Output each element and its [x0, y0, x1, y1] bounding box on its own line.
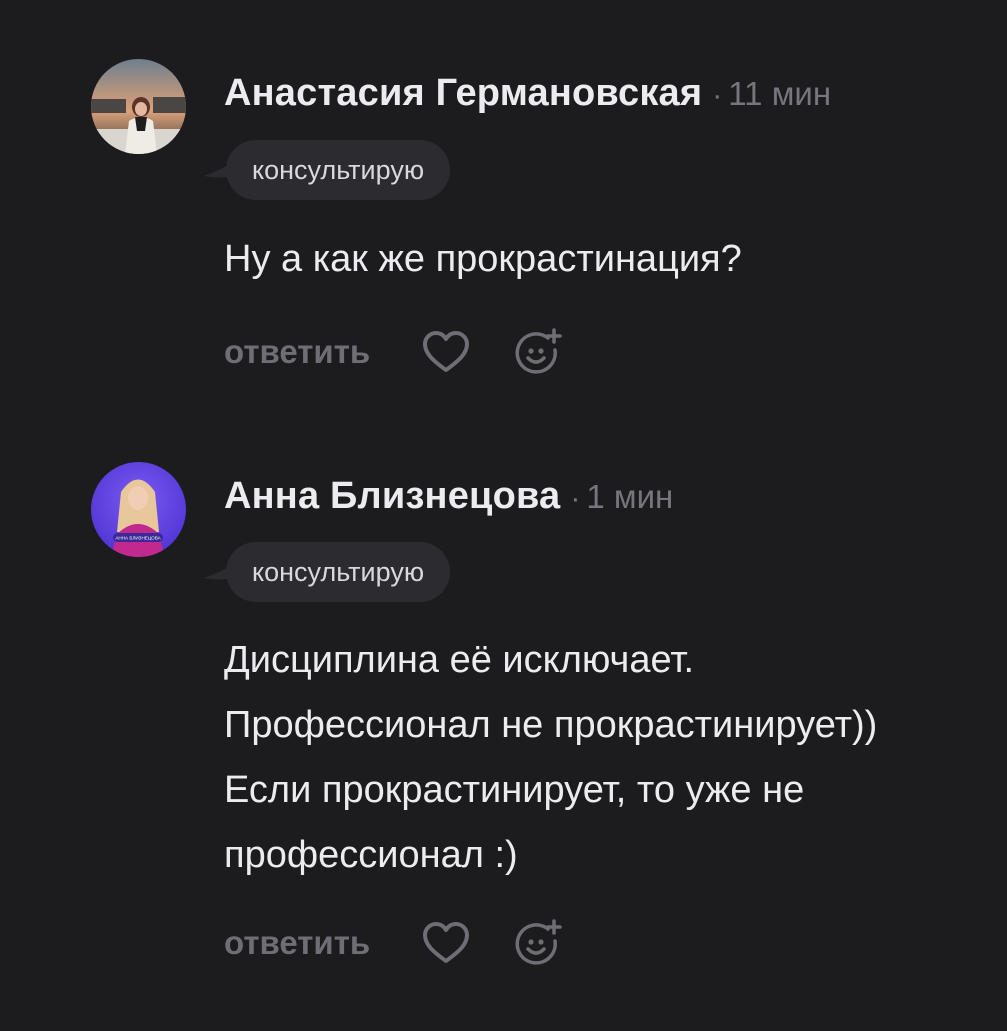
comment-text: Ну а как же прокрастинация? — [224, 227, 999, 292]
badge-label: консультирую — [252, 155, 425, 185]
comment-text-line: Если прокрастинирует, то уже не — [224, 769, 805, 811]
avatar[interactable]: АННА БЛИЗНЕЦОВА — [91, 462, 186, 557]
heart-icon[interactable] — [422, 921, 470, 965]
timestamp: 1 мин — [586, 478, 674, 515]
avatar-photo: АННА БЛИЗНЕЦОВА — [91, 462, 186, 557]
heart-icon[interactable] — [422, 330, 470, 374]
status-badge: консультирую — [204, 542, 451, 602]
comment-text-line: Ну а как же прокрастинация? — [224, 238, 742, 280]
author-name[interactable]: Анна Близнецова — [224, 475, 560, 518]
avatar[interactable] — [91, 59, 186, 154]
reply-button[interactable]: ответить — [224, 333, 370, 371]
badge-label: консультирую — [252, 557, 425, 587]
comment-text-line: Профессионал не прокрастинирует)) — [224, 704, 878, 746]
comment: АННА БЛИЗНЕЦОВА Анна Близнецова · 1 мин … — [0, 420, 1007, 1031]
comment-text-line: Дисциплина её исключает. — [224, 639, 695, 681]
separator: · — [712, 79, 723, 112]
author-name[interactable]: Анастасия Германовская — [224, 72, 702, 115]
comment-text-line: профессионал :) — [224, 834, 518, 876]
comment-header: Анна Близнецова · 1 мин — [224, 475, 673, 518]
comment-actions: ответить — [224, 328, 562, 376]
reply-button[interactable]: ответить — [224, 924, 370, 962]
separator: · — [570, 482, 581, 515]
comment-actions: ответить — [224, 919, 562, 967]
avatar-caption: АННА БЛИЗНЕЦОВА — [115, 536, 161, 541]
badge-tail-icon — [204, 564, 234, 580]
add-reaction-icon[interactable] — [514, 328, 562, 376]
timestamp: 11 мин — [728, 75, 832, 112]
comment: Анастасия Германовская · 11 мин консульт… — [0, 0, 1007, 420]
badge-tail-icon — [204, 162, 234, 178]
comment-header: Анастасия Германовская · 11 мин — [224, 72, 831, 115]
comment-text: Дисциплина её исключает. Профессионал не… — [224, 628, 999, 888]
add-reaction-icon[interactable] — [514, 919, 562, 967]
status-badge: консультирую — [204, 140, 451, 200]
avatar-photo — [91, 59, 186, 154]
